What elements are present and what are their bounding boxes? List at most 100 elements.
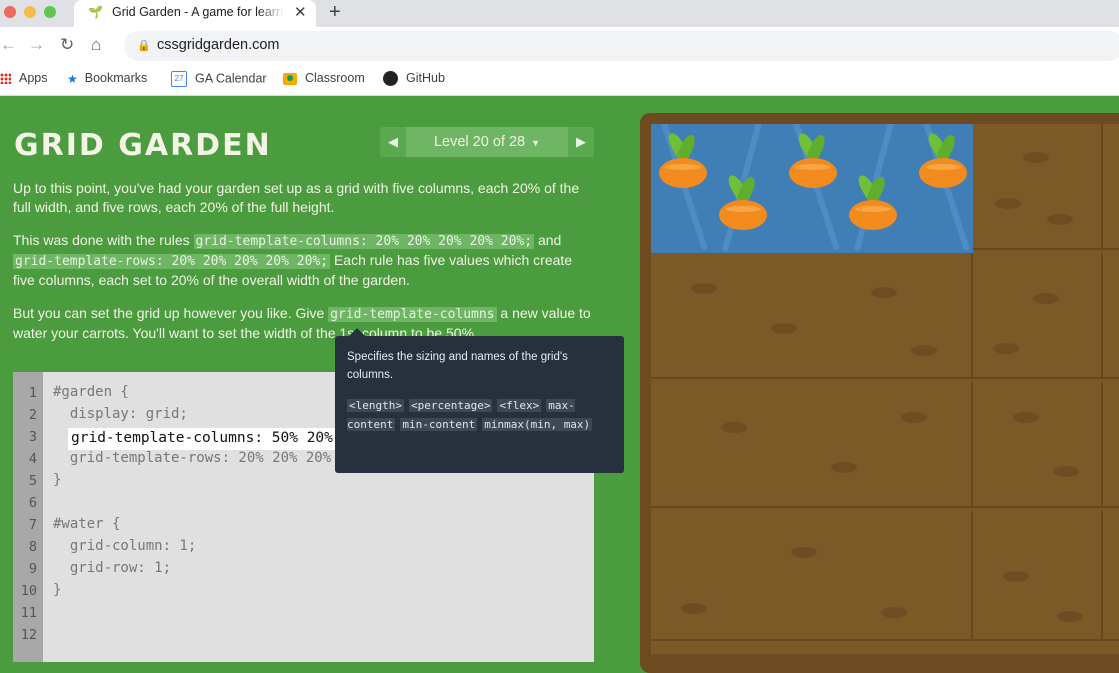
tooltip-value: <flex>: [497, 399, 542, 412]
carrot-icon: [717, 172, 767, 234]
url-text[interactable]: cssgridgarden.com: [157, 37, 280, 53]
code-line: #garden {: [53, 384, 129, 400]
garden-cell: [651, 511, 973, 641]
code-hint-rows[interactable]: grid-template-rows: 20% 20% 20% 20% 20%;: [13, 254, 331, 269]
garden-cell: [1103, 253, 1119, 379]
level-selector[interactable]: Level 20 of 28 ▼: [406, 134, 568, 150]
code-hint-columns[interactable]: grid-template-columns: 20% 20% 20% 20% 2…: [193, 234, 535, 249]
line-number: 1: [28, 385, 37, 401]
level-label: Level 20 of 28: [433, 134, 526, 150]
garden-cell: [1103, 124, 1119, 250]
dirt-spot: [993, 343, 1019, 354]
code-line: #water {: [53, 516, 121, 532]
minimize-window-button[interactable]: [24, 6, 36, 18]
dirt-spot: [1057, 611, 1083, 622]
carrot-root: [789, 158, 837, 188]
carrot-icon: [917, 130, 967, 192]
dirt-spot: [791, 547, 817, 558]
instruction-text: This was done with the rules: [13, 232, 194, 248]
apps-grid-icon: [0, 73, 11, 85]
bookmark-label: Apps: [19, 71, 48, 85]
caret-down-icon: ▼: [531, 138, 541, 148]
line-number: 2: [28, 407, 37, 423]
dirt-spot: [881, 607, 907, 618]
bookmarks-bar: Apps ★ Bookmarks 27 GA Calendar Classroom …: [0, 65, 1119, 96]
garden-cell: [651, 382, 973, 508]
reload-icon[interactable]: ↻: [60, 35, 74, 55]
star-icon: ★: [67, 71, 78, 86]
new-tab-icon[interactable]: +: [329, 1, 341, 24]
carrot-icon: [787, 130, 837, 192]
bookmark-ga-calendar[interactable]: 27 GA Calendar: [171, 71, 267, 87]
garden-cell: [973, 253, 1103, 379]
property-tooltip: Specifies the sizing and names of the gr…: [335, 328, 624, 473]
garden-cell: [651, 253, 973, 379]
garden-cell: [973, 124, 1103, 250]
line-number-gutter: 1 2 3 4 5 6 7 8 9 10 11 12: [13, 372, 43, 662]
next-level-button[interactable]: ▶: [568, 127, 594, 157]
instruction-paragraph-2: This was done with the rules grid-templa…: [13, 231, 595, 290]
lock-icon[interactable]: 🔒: [137, 39, 151, 52]
previous-level-button[interactable]: ◀: [380, 127, 406, 157]
code-line: }: [53, 582, 62, 598]
water-area: [651, 124, 973, 253]
bookmark-bookmarks[interactable]: ★ Bookmarks: [67, 71, 147, 86]
css-answer-input[interactable]: grid-template-columns: 50% 20% 20% 20% 2…: [68, 428, 353, 450]
instructions: Up to this point, you've had your garden…: [13, 179, 595, 357]
tab-title: Grid Garden - A game for learning CSS gr…: [112, 5, 284, 19]
bookmark-github[interactable]: GitHub: [383, 71, 445, 87]
bookmark-label: Classroom: [305, 71, 365, 85]
classroom-icon: [283, 72, 297, 85]
garden-cell: [973, 382, 1103, 508]
carrot-icon: [847, 172, 897, 234]
line-number: 12: [20, 627, 37, 643]
tooltip-value: <percentage>: [408, 399, 493, 412]
dirt-spot: [681, 603, 707, 614]
game-logo: GRID GARDEN: [14, 128, 272, 163]
line-number: 8: [28, 539, 37, 555]
level-navigation: ◀ Level 20 of 28 ▼ ▶: [380, 127, 594, 157]
dirt-spot: [1013, 412, 1039, 423]
dirt-spot: [831, 462, 857, 473]
tooltip-values: <length> <percentage> <flex> max-content min…: [347, 396, 615, 434]
dirt-spot: [1033, 293, 1059, 304]
carrot-icon: [657, 130, 707, 192]
dirt-spot: [691, 283, 717, 294]
maximize-window-button[interactable]: [44, 6, 56, 18]
bookmark-label: Bookmarks: [84, 71, 148, 85]
dirt-spot: [901, 412, 927, 423]
line-number: 4: [28, 451, 37, 467]
tooltip-value: minmax(min, max): [482, 418, 593, 431]
css-answer-value[interactable]: grid-template-columns: 50% 20% 20% 20% 2…: [71, 430, 353, 446]
carrot-root: [849, 200, 897, 230]
code-line: grid-row: 1;: [53, 560, 172, 576]
home-icon[interactable]: ⌂: [91, 35, 101, 55]
browser-tab-bar: 🌱 Grid Garden - A game for learning CSS …: [0, 0, 1119, 27]
triangle-left-icon: ◀: [388, 134, 398, 149]
tooltip-description: Specifies the sizing and names of the gr…: [347, 351, 568, 381]
line-number: 7: [28, 517, 37, 533]
tooltip-value: <length>: [347, 399, 404, 412]
garden-cell: [1103, 382, 1119, 508]
back-arrow-icon[interactable]: ←: [0, 35, 17, 55]
carrot-root: [719, 200, 767, 230]
bookmark-apps[interactable]: Apps: [0, 71, 48, 85]
bookmark-classroom[interactable]: Classroom: [283, 71, 365, 85]
bookmark-label: GitHub: [406, 71, 445, 85]
line-number: 3: [28, 429, 37, 445]
bookmark-label: GA Calendar: [195, 71, 267, 86]
code-hint-grid-template-columns[interactable]: grid-template-columns: [328, 307, 497, 322]
garden-board: [651, 124, 1119, 654]
dirt-spot: [1047, 214, 1073, 225]
instruction-text: and: [534, 232, 562, 248]
close-window-button[interactable]: [4, 6, 16, 18]
line-number: 6: [28, 495, 37, 511]
garden-cell: [1103, 511, 1119, 641]
dirt-spot: [721, 422, 747, 433]
url-omnibox[interactable]: 🔒 cssgridgarden.com: [124, 31, 1119, 61]
address-bar-row: ← → ↻ ⌂ 🔒 cssgridgarden.com: [0, 27, 1119, 65]
browser-tab[interactable]: 🌱 Grid Garden - A game for learning CSS …: [74, 0, 316, 27]
forward-arrow-icon[interactable]: →: [28, 35, 45, 55]
dirt-spot: [1053, 466, 1079, 477]
tab-close-icon[interactable]: ✕: [294, 3, 307, 21]
